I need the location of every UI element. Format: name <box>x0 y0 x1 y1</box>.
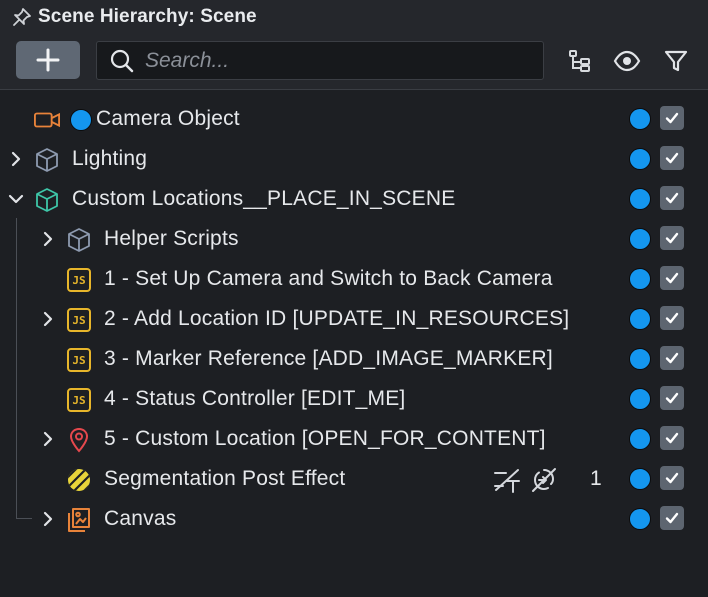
enabled-checkbox[interactable] <box>660 466 684 490</box>
tree-row-label: 2 - Add Location ID [UPDATE_IN_RESOURCES… <box>104 307 570 330</box>
hierarchy-tree-icon[interactable] <box>566 47 594 75</box>
js-script-icon: JS <box>66 307 92 333</box>
cube-outline-icon <box>34 147 60 173</box>
post-effect-icon <box>66 467 92 493</box>
enabled-checkbox[interactable] <box>660 266 684 290</box>
enabled-checkbox[interactable] <box>660 106 684 130</box>
chevron-right-icon[interactable] <box>7 150 25 168</box>
prefab-indicator-dot <box>70 109 92 131</box>
enabled-checkbox[interactable] <box>660 506 684 530</box>
chevron-right-icon[interactable] <box>39 230 57 248</box>
location-pin-icon <box>66 427 92 453</box>
visibility-dot[interactable] <box>629 428 651 450</box>
cube-outline-icon <box>66 227 92 253</box>
panel-header: Scene Hierarchy: Scene <box>0 0 708 34</box>
chevron-right-icon[interactable] <box>39 310 57 328</box>
visibility-dot[interactable] <box>629 348 651 370</box>
chevron-down-icon[interactable] <box>7 190 25 208</box>
visibility-dot[interactable] <box>629 148 651 170</box>
search-input[interactable] <box>145 48 525 73</box>
visibility-dot[interactable] <box>629 188 651 210</box>
eye-icon[interactable] <box>613 47 641 75</box>
tree-row-script-1[interactable]: JS 1 - Set Up Camera and Switch to Back … <box>0 259 708 299</box>
tree-row-canvas[interactable]: Canvas <box>0 499 708 539</box>
cube-teal-icon <box>34 187 60 213</box>
chevron-right-icon[interactable] <box>39 430 57 448</box>
tree-row-label: Lighting <box>72 147 148 170</box>
toolbar <box>0 40 708 80</box>
enabled-checkbox[interactable] <box>660 146 684 170</box>
js-script-icon: JS <box>66 387 92 413</box>
tree-row-camera-object[interactable]: Camera Object <box>0 99 708 139</box>
visibility-dot[interactable] <box>629 108 651 130</box>
hierarchy-tree: Camera Object Lighting Custom Locations_… <box>0 89 708 597</box>
search-icon <box>109 48 135 74</box>
tree-row-label: Canvas <box>104 507 177 530</box>
text-layer-icon[interactable] <box>493 466 521 494</box>
enabled-checkbox[interactable] <box>660 306 684 330</box>
tree-row-helper-scripts[interactable]: Helper Scripts <box>0 219 708 259</box>
component-count: 1 <box>590 467 602 490</box>
enabled-checkbox[interactable] <box>660 346 684 370</box>
tree-row-label: Segmentation Post Effect <box>104 467 346 490</box>
canvas-icon <box>66 507 92 533</box>
search-box[interactable] <box>96 41 544 80</box>
js-script-icon: JS <box>66 347 92 373</box>
camera-icon <box>34 107 60 133</box>
tree-row-script-2[interactable]: JS 2 - Add Location ID [UPDATE_IN_RESOUR… <box>0 299 708 339</box>
panel-title: Scene Hierarchy: Scene <box>38 6 257 27</box>
tree-row-custom-locations[interactable]: Custom Locations__PLACE_IN_SCENE <box>0 179 708 219</box>
enabled-checkbox[interactable] <box>660 186 684 210</box>
chevron-right-icon[interactable] <box>39 510 57 528</box>
visibility-dot[interactable] <box>629 468 651 490</box>
enabled-checkbox[interactable] <box>660 426 684 450</box>
visibility-dot[interactable] <box>629 228 651 250</box>
tree-row-script-4[interactable]: JS 4 - Status Controller [EDIT_ME] <box>0 379 708 419</box>
visibility-dot[interactable] <box>629 268 651 290</box>
tree-row-label: 5 - Custom Location [OPEN_FOR_CONTENT] <box>104 427 546 450</box>
tree-row-label: 4 - Status Controller [EDIT_ME] <box>104 387 406 410</box>
visibility-dot[interactable] <box>629 388 651 410</box>
enabled-checkbox[interactable] <box>660 386 684 410</box>
js-script-icon: JS <box>66 267 92 293</box>
tree-row-script-3[interactable]: JS 3 - Marker Reference [ADD_IMAGE_MARKE… <box>0 339 708 379</box>
filter-icon[interactable] <box>662 47 690 75</box>
pin-icon[interactable] <box>12 7 32 27</box>
tree-row-segmentation-post-effect[interactable]: Segmentation Post Effect 1 <box>0 459 708 499</box>
tree-row-label: Helper Scripts <box>104 227 239 250</box>
visibility-dot[interactable] <box>629 508 651 530</box>
tree-row-label: 3 - Marker Reference [ADD_IMAGE_MARKER] <box>104 347 553 370</box>
no-render-target-icon[interactable] <box>530 466 558 494</box>
tree-row-custom-location-5[interactable]: 5 - Custom Location [OPEN_FOR_CONTENT] <box>0 419 708 459</box>
tree-row-label: 1 - Set Up Camera and Switch to Back Cam… <box>104 267 553 290</box>
tree-row-label: Custom Locations__PLACE_IN_SCENE <box>72 187 456 210</box>
tree-row-lighting[interactable]: Lighting <box>0 139 708 179</box>
enabled-checkbox[interactable] <box>660 226 684 250</box>
add-object-button[interactable] <box>16 41 80 79</box>
visibility-dot[interactable] <box>629 308 651 330</box>
tree-row-label: Camera Object <box>96 107 240 130</box>
